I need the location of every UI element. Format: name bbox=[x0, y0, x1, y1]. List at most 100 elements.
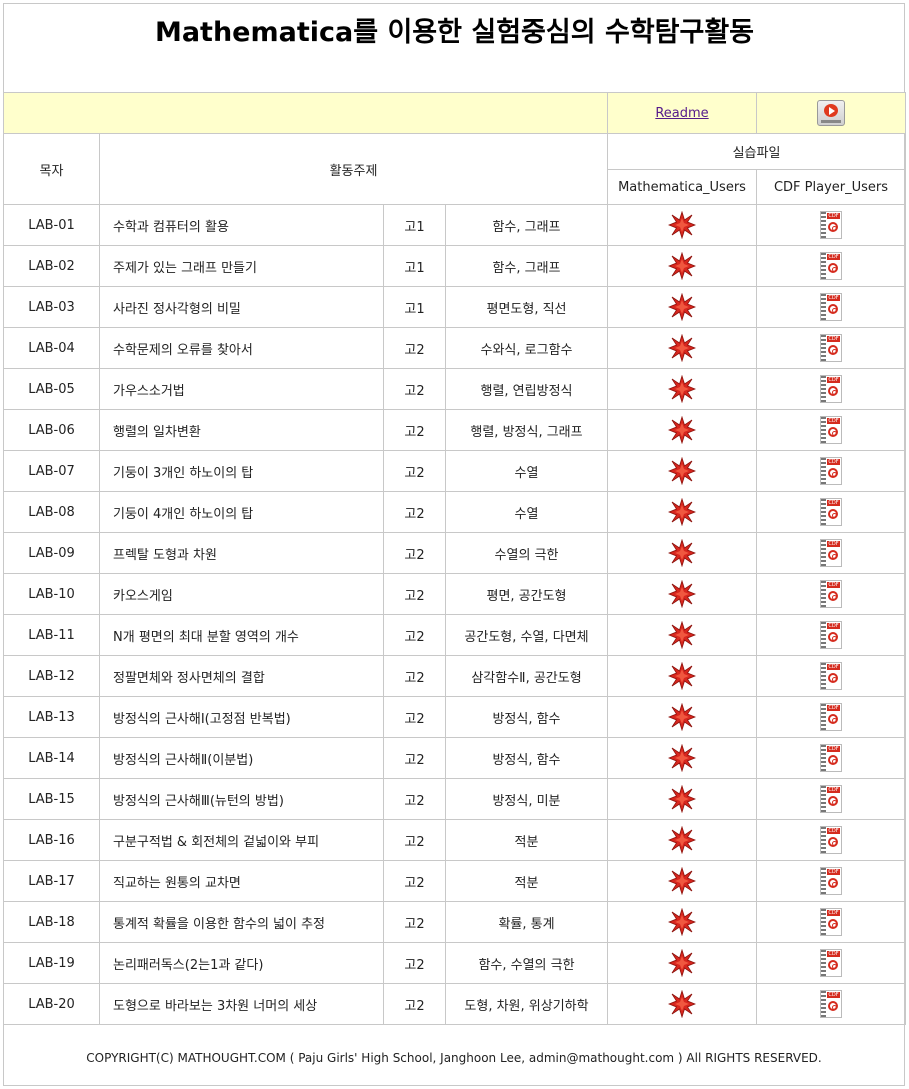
lab-topic: 구분구적법 & 회전체의 겉넓이와 부피 bbox=[99, 819, 384, 861]
mathematica-star-icon[interactable] bbox=[668, 375, 696, 403]
mathematica-star-icon[interactable] bbox=[668, 416, 696, 444]
cdf-file-icon[interactable]: CDF bbox=[820, 580, 842, 608]
lab-grade: 고2 bbox=[383, 737, 446, 779]
mathematica-file-cell bbox=[607, 819, 757, 861]
mathematica-star-icon[interactable] bbox=[668, 621, 696, 649]
cdf-file-icon[interactable]: CDF bbox=[820, 867, 842, 895]
cdf-file-icon[interactable]: CDF bbox=[820, 498, 842, 526]
cdf-file-icon[interactable]: CDF bbox=[820, 252, 842, 280]
toolbar-spacer bbox=[3, 92, 608, 134]
lab-grade: 고1 bbox=[383, 286, 446, 328]
lab-id: LAB-02 bbox=[3, 245, 100, 287]
lab-grade: 고1 bbox=[383, 245, 446, 287]
cdf-file-icon[interactable]: CDF bbox=[820, 211, 842, 239]
cdf-file-icon[interactable]: CDF bbox=[820, 949, 842, 977]
mathematica-star-icon[interactable] bbox=[668, 703, 696, 731]
lab-topic: 기둥이 4개인 하노이의 탑 bbox=[99, 491, 384, 533]
mathematica-file-cell bbox=[607, 860, 757, 902]
mathematica-star-icon[interactable] bbox=[668, 867, 696, 895]
table-row: LAB-02 주제가 있는 그래프 만들기 고1 함수, 그래프 CDF bbox=[3, 245, 906, 287]
lab-subject: 함수, 그래프 bbox=[445, 204, 608, 246]
cdf-file-icon[interactable]: CDF bbox=[820, 662, 842, 690]
header-cdf: CDF Player_Users bbox=[756, 169, 906, 205]
lab-grade: 고2 bbox=[383, 327, 446, 369]
mathematica-file-cell bbox=[607, 942, 757, 984]
cdf-file-icon[interactable]: CDF bbox=[820, 539, 842, 567]
play-cell bbox=[756, 92, 906, 134]
mathematica-star-icon[interactable] bbox=[668, 580, 696, 608]
mathematica-star-icon[interactable] bbox=[668, 785, 696, 813]
mathematica-star-icon[interactable] bbox=[668, 539, 696, 567]
table-row: LAB-10 카오스게임 고2 평면, 공간도형 CDF bbox=[3, 573, 906, 615]
mathematica-file-cell bbox=[607, 450, 757, 492]
lab-topic: 도형으로 바라보는 3차원 너머의 세상 bbox=[99, 983, 384, 1025]
lab-topic: 프렉탈 도형과 차원 bbox=[99, 532, 384, 574]
table-row: LAB-18 통계적 확률을 이용한 함수의 넓이 추정 고2 확률, 통계 CDF bbox=[3, 901, 906, 943]
cdf-file-icon[interactable]: CDF bbox=[820, 785, 842, 813]
cdf-file-icon[interactable]: CDF bbox=[820, 908, 842, 936]
lab-id: LAB-19 bbox=[3, 942, 100, 984]
cdf-file-icon[interactable]: CDF bbox=[820, 703, 842, 731]
mathematica-star-icon[interactable] bbox=[668, 252, 696, 280]
lab-topic: 방정식의 근사해Ⅲ(뉴턴의 방법) bbox=[99, 778, 384, 820]
cdf-file-cell: CDF bbox=[756, 778, 906, 820]
cdf-file-icon[interactable]: CDF bbox=[820, 826, 842, 854]
mathematica-star-icon[interactable] bbox=[668, 744, 696, 772]
mathematica-star-icon[interactable] bbox=[668, 457, 696, 485]
lab-topic: 방정식의 근사해Ⅰ(고정점 반복법) bbox=[99, 696, 384, 738]
mathematica-file-cell bbox=[607, 491, 757, 533]
lab-id: LAB-06 bbox=[3, 409, 100, 451]
lab-subject: 확률, 통계 bbox=[445, 901, 608, 943]
mathematica-star-icon[interactable] bbox=[668, 211, 696, 239]
play-media-icon[interactable] bbox=[817, 100, 845, 126]
header-files: 실습파일 bbox=[607, 133, 906, 170]
lab-subject: 행렬, 방정식, 그래프 bbox=[445, 409, 608, 451]
cdf-file-icon[interactable]: CDF bbox=[820, 416, 842, 444]
mathematica-file-cell bbox=[607, 368, 757, 410]
table-row: LAB-08 기둥이 4개인 하노이의 탑 고2 수열 CDF bbox=[3, 491, 906, 533]
table-row: LAB-17 직교하는 원통의 교차면 고2 적분 CDF bbox=[3, 860, 906, 902]
mathematica-star-icon[interactable] bbox=[668, 949, 696, 977]
cdf-file-cell: CDF bbox=[756, 737, 906, 779]
cdf-file-icon[interactable]: CDF bbox=[820, 375, 842, 403]
mathematica-star-icon[interactable] bbox=[668, 908, 696, 936]
lab-subject: 함수, 수열의 극한 bbox=[445, 942, 608, 984]
mathematica-star-icon[interactable] bbox=[668, 990, 696, 1018]
lab-topic: 가우스소거법 bbox=[99, 368, 384, 410]
readme-link[interactable]: Readme bbox=[655, 106, 708, 121]
cdf-file-icon[interactable]: CDF bbox=[820, 334, 842, 362]
table-row: LAB-06 행렬의 일차변환 고2 행렬, 방정식, 그래프 CDF bbox=[3, 409, 906, 451]
cdf-file-cell: CDF bbox=[756, 983, 906, 1025]
mathematica-file-cell bbox=[607, 327, 757, 369]
table-row: LAB-11 N개 평면의 최대 분할 영역의 개수 고2 공간도형, 수열, 다면체… bbox=[3, 614, 906, 656]
cdf-file-cell: CDF bbox=[756, 450, 906, 492]
table-row: LAB-03 사라진 정사각형의 비밀 고1 평면도형, 직선 CDF bbox=[3, 286, 906, 328]
mathematica-star-icon[interactable] bbox=[668, 662, 696, 690]
mathematica-star-icon[interactable] bbox=[668, 293, 696, 321]
table-row: LAB-14 방정식의 근사해Ⅱ(이분법) 고2 방정식, 함수 CDF bbox=[3, 737, 906, 779]
mathematica-file-cell bbox=[607, 245, 757, 287]
header-index: 목자 bbox=[3, 133, 100, 205]
lab-id: LAB-08 bbox=[3, 491, 100, 533]
lab-grade: 고2 bbox=[383, 532, 446, 574]
cdf-file-cell: CDF bbox=[756, 860, 906, 902]
cdf-file-cell: CDF bbox=[756, 409, 906, 451]
readme-cell: Readme bbox=[607, 92, 757, 134]
cdf-file-icon[interactable]: CDF bbox=[820, 457, 842, 485]
lab-grade: 고2 bbox=[383, 655, 446, 697]
cdf-file-icon[interactable]: CDF bbox=[820, 990, 842, 1018]
cdf-file-icon[interactable]: CDF bbox=[820, 293, 842, 321]
lab-subject: 수열 bbox=[445, 491, 608, 533]
lab-grade: 고2 bbox=[383, 573, 446, 615]
cdf-file-icon[interactable]: CDF bbox=[820, 621, 842, 649]
lab-id: LAB-04 bbox=[3, 327, 100, 369]
lab-grade: 고2 bbox=[383, 491, 446, 533]
page-title: Mathematica를 이용한 실험중심의 수학탐구활동 bbox=[154, 17, 755, 48]
lab-grade: 고2 bbox=[383, 778, 446, 820]
cdf-file-icon[interactable]: CDF bbox=[820, 744, 842, 772]
lab-topic: 정팔면체와 정사면체의 결합 bbox=[99, 655, 384, 697]
mathematica-star-icon[interactable] bbox=[668, 334, 696, 362]
mathematica-star-icon[interactable] bbox=[668, 826, 696, 854]
table-row: LAB-05 가우스소거법 고2 행렬, 연립방정식 CDF bbox=[3, 368, 906, 410]
mathematica-star-icon[interactable] bbox=[668, 498, 696, 526]
